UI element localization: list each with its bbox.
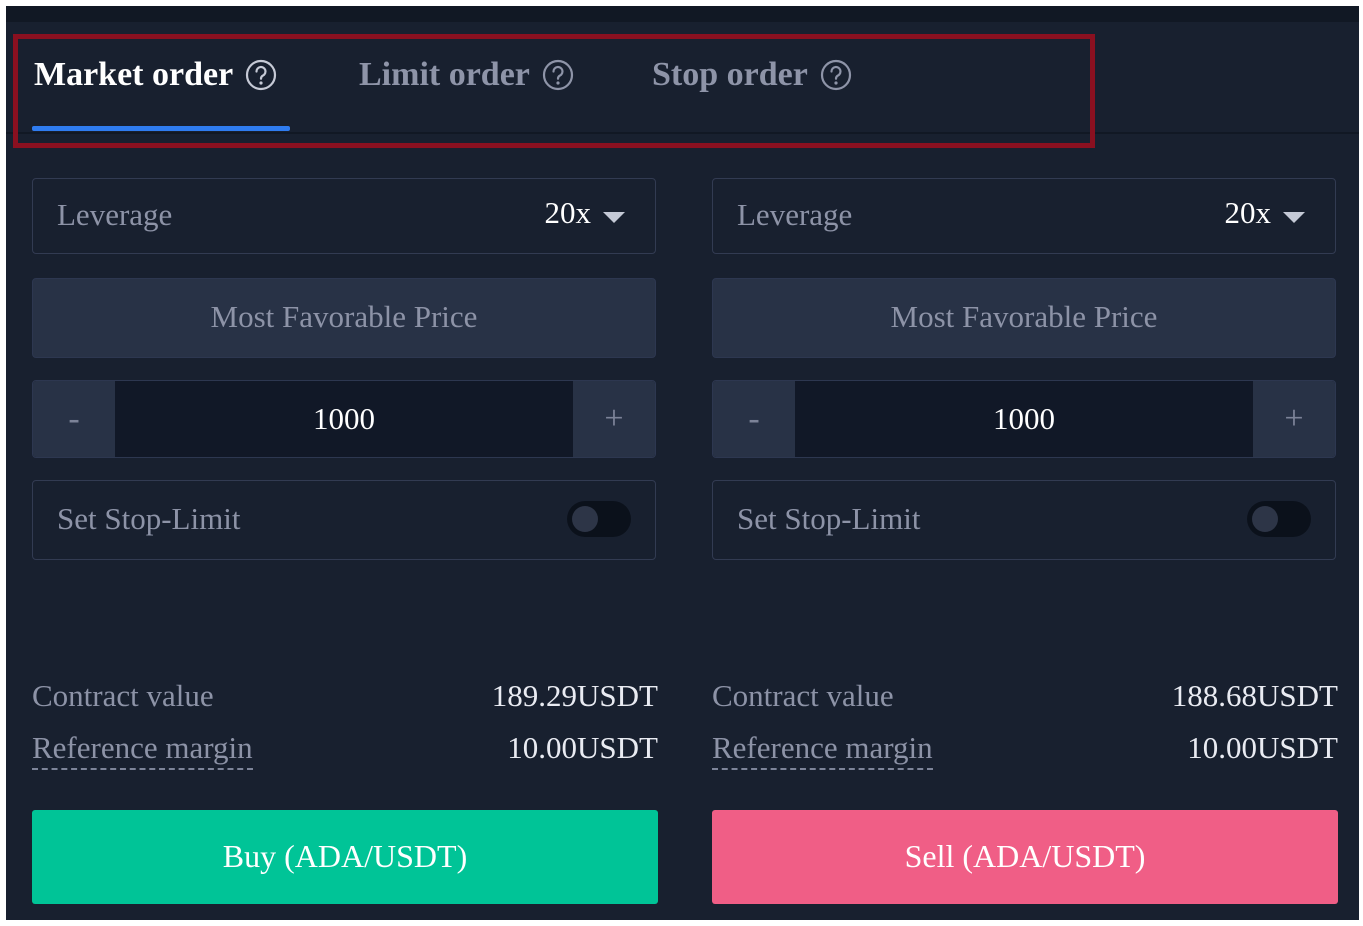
active-tab-indicator: [32, 126, 290, 131]
leverage-value: 20x: [1224, 195, 1272, 230]
leverage-select[interactable]: Leverage 20x: [712, 178, 1336, 254]
reference-margin-label[interactable]: Reference margin: [712, 730, 933, 770]
contract-value: 188.68USDT: [1171, 678, 1338, 713]
stop-limit-row: Set Stop-Limit: [712, 480, 1336, 560]
most-favorable-price-button[interactable]: Most Favorable Price: [712, 278, 1336, 358]
increment-button[interactable]: +: [1253, 381, 1335, 457]
toggle-knob: [572, 506, 598, 532]
top-strip: [6, 6, 1359, 22]
stop-limit-row: Set Stop-Limit: [32, 480, 656, 560]
most-favorable-price-button[interactable]: Most Favorable Price: [32, 278, 656, 358]
tab-market-order[interactable]: Market order: [34, 56, 277, 94]
sell-button[interactable]: Sell (ADA/USDT): [712, 810, 1338, 904]
contract-value: 189.29USDT: [491, 678, 658, 713]
order-type-tabs: Market order Limit order Stop order: [6, 22, 1359, 134]
reference-margin-label[interactable]: Reference margin: [32, 730, 253, 770]
stop-limit-label: Set Stop-Limit: [57, 501, 241, 536]
buy-button[interactable]: Buy (ADA/USDT): [32, 810, 658, 904]
stop-limit-toggle[interactable]: [1247, 501, 1311, 537]
quantity-input[interactable]: 1000: [115, 381, 573, 457]
contract-value-label: Contract value: [32, 678, 214, 713]
quantity-stepper: - 1000 +: [712, 380, 1336, 458]
increment-button[interactable]: +: [573, 381, 655, 457]
decrement-button[interactable]: -: [33, 381, 115, 457]
chevron-down-icon: [1283, 211, 1305, 223]
tab-limit-order[interactable]: Limit order: [359, 56, 574, 94]
leverage-dropdown[interactable]: 20x: [1224, 195, 1305, 231]
tab-stop-order-label: Stop order: [652, 56, 808, 93]
toggle-knob: [1252, 506, 1278, 532]
leverage-label: Leverage: [57, 197, 173, 232]
reference-margin: 10.00USDT: [1187, 730, 1338, 765]
leverage-label: Leverage: [737, 197, 853, 232]
decrement-button[interactable]: -: [713, 381, 795, 457]
quantity-stepper: - 1000 +: [32, 380, 656, 458]
chevron-down-icon: [603, 211, 625, 223]
quantity-input[interactable]: 1000: [795, 381, 1253, 457]
help-icon[interactable]: [820, 59, 852, 91]
help-icon[interactable]: [542, 59, 574, 91]
tab-limit-order-label: Limit order: [359, 56, 530, 93]
leverage-dropdown[interactable]: 20x: [544, 195, 625, 231]
stop-limit-toggle[interactable]: [567, 501, 631, 537]
stop-limit-label: Set Stop-Limit: [737, 501, 921, 536]
contract-value-label: Contract value: [712, 678, 894, 713]
leverage-select[interactable]: Leverage 20x: [32, 178, 656, 254]
reference-margin: 10.00USDT: [507, 730, 658, 765]
tab-market-order-label: Market order: [34, 56, 234, 93]
tab-stop-order[interactable]: Stop order: [652, 56, 852, 94]
help-icon[interactable]: [245, 59, 277, 91]
leverage-value: 20x: [544, 195, 592, 230]
order-panel: Market order Limit order Stop order Leve…: [6, 6, 1359, 920]
